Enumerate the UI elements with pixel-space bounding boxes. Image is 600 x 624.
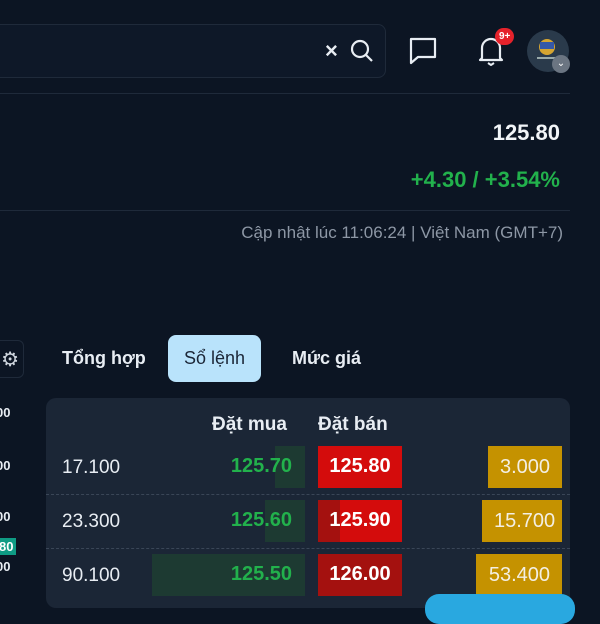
bid-volume: 90.100 [62, 565, 121, 586]
current-price: 125.80 [492, 120, 560, 145]
divider [0, 210, 570, 211]
chevron-down-icon[interactable]: ⌄ [552, 55, 570, 73]
axis-tick: 00 [0, 405, 11, 420]
bid-volume: 17.100 [62, 457, 121, 478]
tab-muc-gia[interactable]: Mức giá [276, 335, 377, 382]
bid-price: 125.70 [230, 455, 292, 477]
axis-tick: 00 [0, 559, 11, 574]
ask-volume: 53.400 [476, 554, 562, 596]
notification-badge: 9+ [495, 28, 515, 45]
ask-price-cell: 125.80 [318, 446, 402, 488]
update-time: Cập nhật lúc 11:06:24 | Việt Nam (GMT+7) [241, 223, 563, 242]
axis-tick: 00 [0, 458, 11, 473]
bid-price: 125.60 [230, 509, 292, 531]
bid-price: 125.50 [230, 563, 292, 585]
tab-tong-hop[interactable]: Tổng hợp [46, 335, 162, 382]
bid-volume: 23.300 [62, 511, 121, 532]
table-row[interactable]: 17.100 125.70 125.80 3.000 [46, 441, 570, 495]
floating-action-button[interactable] [425, 594, 575, 624]
ask-price-cell: 126.00 [318, 554, 402, 596]
ask-header: Đặt bán [318, 414, 388, 435]
settings-button[interactable]: ⚙ [0, 340, 24, 378]
ask-volume: 3.000 [488, 446, 562, 488]
clear-search-button[interactable]: × [325, 38, 338, 64]
axis-tick: 00 [0, 509, 11, 524]
ask-volume: 15.700 [482, 500, 562, 542]
current-price-marker: 80 [0, 538, 17, 555]
search-icon[interactable] [349, 38, 375, 69]
ask-price: 125.80 [329, 455, 391, 477]
ask-price-cell: 125.90 [318, 500, 402, 542]
chat-icon[interactable] [408, 36, 438, 71]
divider [0, 93, 570, 94]
ask-price: 125.90 [329, 509, 391, 531]
price-change: +4.30 / +3.54% [410, 167, 560, 192]
table-row[interactable]: 23.300 125.60 125.90 15.700 [46, 495, 570, 549]
gear-icon: ⚙ [1, 349, 19, 371]
ask-price: 126.00 [329, 563, 391, 585]
bid-header: Đặt mua [212, 414, 287, 435]
tab-so-lenh[interactable]: Sổ lệnh [168, 335, 262, 382]
